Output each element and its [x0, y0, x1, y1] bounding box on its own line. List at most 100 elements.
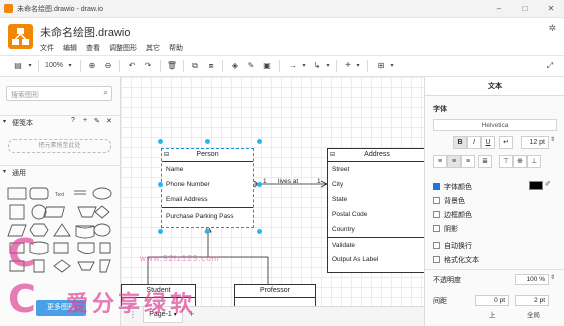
selection-handle[interactable]	[205, 139, 210, 144]
class-address-title[interactable]: ⊟ Address	[328, 149, 424, 162]
menu-file[interactable]: 文件	[40, 43, 54, 53]
checkbox-box[interactable]	[433, 225, 440, 232]
general-shapes-palette[interactable]: Text	[6, 186, 116, 282]
valign-bottom-icon[interactable]: ⊥	[527, 155, 541, 168]
selection-handle[interactable]	[205, 229, 210, 234]
chevron-down-icon[interactable]: ▾	[300, 59, 308, 73]
menu-extras[interactable]: 其它	[146, 43, 160, 53]
table-icon[interactable]: ⊞	[374, 59, 388, 73]
general-header[interactable]: ▾ 通用	[0, 165, 121, 178]
edge-label[interactable]: lives at	[278, 178, 298, 185]
selection-handle[interactable]	[158, 229, 163, 234]
scratchpad-drop-area[interactable]: 把元素拖至此处	[8, 139, 111, 153]
class-attribute[interactable]: Postal Code	[328, 207, 424, 222]
align-center-icon[interactable]: ≡	[447, 155, 461, 168]
checkbox-box[interactable]	[433, 183, 440, 190]
class-attribute[interactable]: Phone Number	[162, 177, 253, 192]
color-picker-icon[interactable]: ✐	[545, 180, 551, 188]
shadow-icon[interactable]: ▣	[261, 59, 273, 73]
checkbox-border-color[interactable]: 边框颜色	[433, 210, 472, 220]
edit-icon[interactable]: ✎	[94, 117, 100, 125]
spacing-global-input[interactable]: 2 pt	[515, 295, 549, 306]
chevron-down-icon[interactable]: ▾	[26, 59, 34, 73]
pages-menu-icon[interactable]: ⋮	[129, 310, 137, 319]
class-attribute[interactable]: Country	[328, 222, 424, 237]
class-method[interactable]: Output As Label	[328, 252, 424, 267]
checkbox-box[interactable]	[433, 256, 440, 263]
class-student-title[interactable]: Student	[122, 285, 195, 298]
opacity-input[interactable]: 100 %	[515, 274, 549, 285]
font-size-input[interactable]: 12 pt	[521, 136, 549, 149]
font-family-select[interactable]: Helvetica	[433, 119, 557, 131]
justify-icon[interactable]: ≣	[478, 155, 492, 168]
selection-handle[interactable]	[257, 139, 262, 144]
menu-help[interactable]: 帮助	[169, 43, 183, 53]
font-color-swatch[interactable]	[529, 181, 543, 190]
valign-middle-icon[interactable]: ⊕	[513, 155, 527, 168]
selection-handle[interactable]	[257, 229, 262, 234]
delete-icon[interactable]: 🗑	[166, 59, 178, 73]
scratchpad-header[interactable]: ▾ 便笺本 ? + ✎ ✕	[0, 115, 121, 128]
search-icon[interactable]: ⌕	[104, 88, 108, 98]
align-right-icon[interactable]: ≡	[461, 155, 475, 168]
valign-top-icon[interactable]: ⊤	[499, 155, 513, 168]
menu-arrange[interactable]: 调整图形	[109, 43, 137, 53]
zoom-out-icon[interactable]: ⊖	[102, 59, 114, 73]
underline-button[interactable]: U	[481, 136, 495, 149]
class-attribute[interactable]: Name	[162, 162, 253, 177]
checkbox-word-wrap[interactable]: 自动换行	[433, 241, 472, 251]
search-input[interactable]: 搜索图形 ⌕	[6, 86, 112, 101]
text-direction-icon[interactable]: ↵	[499, 136, 513, 149]
fullscreen-icon[interactable]: ⤢	[543, 59, 557, 73]
format-panel-toggle-icon[interactable]: ▤	[10, 59, 26, 73]
stepper-icon[interactable]: ⇕	[550, 136, 555, 143]
checkbox-formatted-text[interactable]: 格式化文本	[433, 255, 479, 265]
undo-icon[interactable]: ↶	[126, 59, 138, 73]
class-person[interactable]: ⊟ Person Name Phone Number Email Address…	[161, 148, 254, 228]
checkbox-background-color[interactable]: 背景色	[433, 196, 465, 206]
tab-text[interactable]: 文本	[425, 77, 564, 96]
to-front-icon[interactable]: ⧉	[189, 59, 201, 73]
class-attribute[interactable]: State	[328, 192, 424, 207]
settings-gear-icon[interactable]: ✲	[548, 23, 556, 34]
stepper-icon[interactable]: ⇕	[550, 274, 555, 281]
zoom-dropdown-icon[interactable]: ▾	[66, 59, 74, 73]
line-color-icon[interactable]: ✎	[245, 59, 257, 73]
class-attribute[interactable]: City	[328, 177, 424, 192]
checkbox-shadow[interactable]: 阴影	[433, 224, 458, 234]
bold-button[interactable]: B	[453, 136, 467, 149]
connection-style-icon[interactable]: →	[285, 59, 301, 73]
redo-icon[interactable]: ↷	[142, 59, 154, 73]
chevron-down-icon[interactable]: ▾	[354, 59, 362, 73]
chevron-down-icon[interactable]: ▾	[324, 59, 332, 73]
waypoints-icon[interactable]: ↳	[309, 59, 325, 73]
help-icon[interactable]: ?	[71, 117, 75, 124]
align-left-icon[interactable]: ≡	[433, 155, 447, 168]
close-icon[interactable]: ✕	[106, 117, 112, 125]
document-name[interactable]: 未命名绘图.drawio	[40, 24, 130, 40]
close-icon[interactable]: ✕	[544, 2, 558, 15]
zoom-in-icon[interactable]: ⊕	[86, 59, 98, 73]
zoom-select[interactable]: 100%	[42, 59, 66, 73]
class-method[interactable]: Validate	[328, 237, 424, 252]
add-page-icon[interactable]: +	[189, 309, 194, 319]
italic-button[interactable]: I	[467, 136, 481, 149]
selection-handle[interactable]	[158, 139, 163, 144]
checkbox-box[interactable]	[433, 242, 440, 249]
more-shapes-button[interactable]: 更多图形	[36, 300, 86, 316]
chevron-down-icon[interactable]: ▾	[388, 59, 396, 73]
spacing-top-input[interactable]: 0 pt	[475, 295, 509, 306]
selection-handle[interactable]	[158, 182, 163, 187]
selection-handle[interactable]	[257, 182, 262, 187]
menu-edit[interactable]: 编辑	[63, 43, 77, 53]
class-professor-title[interactable]: Professor	[235, 285, 315, 298]
class-attribute[interactable]: Email Address	[162, 192, 253, 207]
maximize-icon[interactable]: □	[518, 2, 532, 15]
checkbox-font-color[interactable]: 字体颜色	[433, 182, 472, 192]
minimize-icon[interactable]: –	[492, 2, 506, 15]
class-method[interactable]: Purchase Parking Pass	[162, 207, 253, 227]
to-back-icon[interactable]: ⧈	[205, 59, 217, 73]
collapse-icon[interactable]: ⊟	[164, 149, 169, 161]
collapse-icon[interactable]: ⊟	[330, 149, 335, 161]
class-attribute[interactable]: Street	[328, 162, 424, 177]
